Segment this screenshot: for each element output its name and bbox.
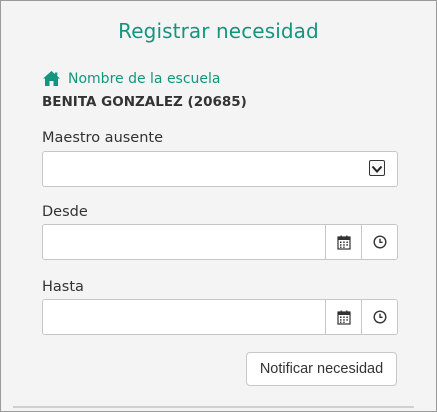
page-title: Registrar necesidad (118, 19, 319, 43)
from-time-button[interactable] (361, 225, 397, 259)
from-calendar-button[interactable] (325, 225, 361, 259)
school-label-row: Nombre de la escuela (42, 70, 221, 87)
calendar-icon (336, 235, 351, 250)
to-time-button[interactable] (361, 300, 397, 334)
school-name: BENITA GONZALEZ (20685) (42, 94, 247, 110)
clock-icon (372, 235, 387, 249)
clock-icon (372, 310, 387, 324)
absent-teacher-label: Maestro ausente (42, 130, 164, 146)
from-datetime-group (42, 224, 398, 260)
to-datetime-group (42, 299, 398, 335)
home-icon (42, 70, 61, 87)
notify-need-button[interactable]: Notificar necesidad (246, 352, 397, 386)
school-label: Nombre de la escuela (68, 70, 221, 87)
to-calendar-button[interactable] (325, 300, 361, 334)
bottom-divider (13, 406, 414, 408)
chevron-down-icon[interactable] (369, 160, 385, 176)
absent-teacher-select[interactable] (42, 151, 398, 187)
from-label: Desde (42, 204, 88, 220)
register-need-panel: Registrar necesidad Nombre de la escuela… (0, 0, 437, 412)
from-date-input[interactable] (43, 225, 325, 259)
to-label: Hasta (42, 279, 84, 295)
calendar-icon (336, 310, 351, 325)
to-date-input[interactable] (43, 300, 325, 334)
